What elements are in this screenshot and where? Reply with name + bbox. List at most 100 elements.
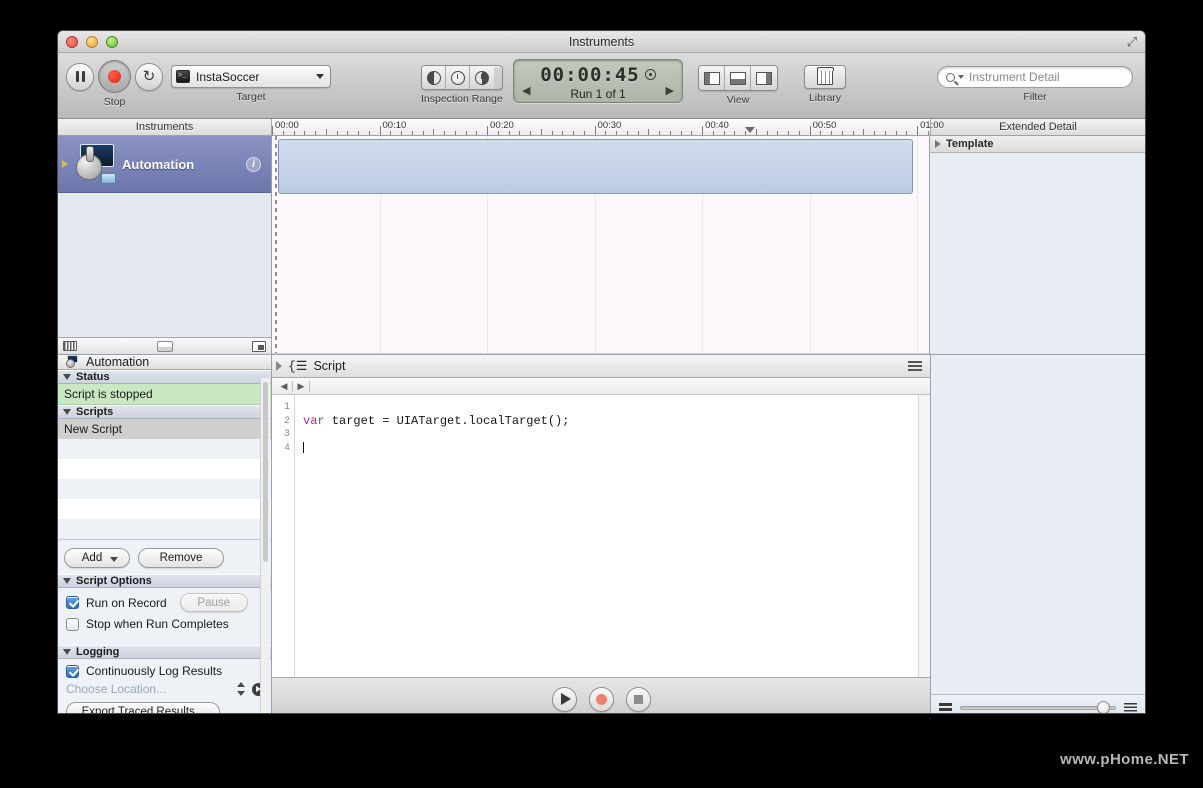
record-stop-button[interactable] [98,60,131,93]
detail-scrollbar[interactable] [260,378,270,713]
list-item-empty[interactable] [58,459,271,479]
code-editor[interactable]: 1 2 3 4 var target = UIATarget.localTarget(… [272,395,930,677]
chevron-right-icon[interactable] [935,140,941,148]
ruler-minor-tick [755,129,757,135]
scripts-list[interactable]: New Script [58,419,271,540]
close-button[interactable] [66,36,78,48]
set-range-end-button[interactable] [470,66,494,89]
previous-run-icon[interactable]: ◀ [522,84,530,97]
section-header-logging[interactable]: Logging [58,645,271,659]
nav-back-icon[interactable]: ◀ [276,381,292,392]
play-script-button[interactable] [551,686,577,712]
set-range-end-icon [475,70,489,85]
section-header-script-options[interactable]: Script Options [58,574,271,588]
detail-view-icon[interactable] [252,340,266,352]
target-popup-button[interactable]: InstaSoccer [171,65,331,88]
continuously-log-checkbox[interactable] [66,664,79,678]
library-button[interactable] [804,65,846,89]
ruler-minor-tick [798,131,800,135]
script-editor-pane: {☰ Script ◀ ▶ 1 2 3 4 var target = UIATarge… [272,355,930,713]
list-item-empty[interactable] [58,479,271,499]
slider-track [960,705,1116,710]
ruler-label: 01:00 [920,120,944,131]
clear-range-button[interactable] [446,66,470,89]
next-run-icon[interactable]: ▶ [666,84,674,97]
pause-button[interactable] [66,62,94,91]
pause-script-button[interactable]: Pause [179,593,248,612]
automation-track-lane[interactable] [278,139,913,194]
stop-icon [633,694,643,704]
toggle-instruments-panel-button[interactable] [699,66,725,90]
minimize-button[interactable] [86,36,98,48]
chevron-down-icon [958,75,964,79]
list-item-empty[interactable] [58,519,271,539]
instrument-info-button[interactable]: i [246,156,261,172]
chevron-down-icon[interactable] [63,649,71,655]
code-line[interactable] [303,428,930,442]
zoom-list-icon[interactable] [1124,702,1137,713]
list-item-empty[interactable] [58,499,271,519]
choose-location-row[interactable]: Choose Location... [58,678,271,696]
hamburger-icon[interactable] [908,361,922,371]
chevron-right-icon[interactable] [276,361,282,371]
scrollbar-thumb[interactable] [263,382,268,562]
section-header-scripts[interactable]: Scripts [58,405,271,419]
section-title: Logging [76,646,120,658]
window-titlebar: Instruments ⤢ [58,31,1145,53]
ruler-minor-tick [884,131,886,135]
sidebar-item-automation[interactable]: Automation i [58,136,271,193]
export-traced-results-button[interactable]: Export Traced Results... [66,702,220,713]
remove-script-button[interactable]: Remove [138,548,224,568]
location-stepper[interactable] [237,682,246,696]
slider-knob[interactable] [1097,701,1110,713]
toggle-detail-panel-button[interactable] [725,66,751,90]
playhead-marker[interactable] [745,127,756,133]
add-script-button[interactable]: Add [64,548,130,568]
zoom-out-icon[interactable] [939,702,952,713]
script-pane-header: {☰ Script [272,355,930,378]
section-header-status[interactable]: Status [58,370,271,384]
ruler-minor-tick [293,131,295,135]
split-view-icon[interactable] [156,340,173,352]
play-icon [560,693,571,705]
target-icon[interactable] [644,69,656,80]
list-item-empty[interactable] [58,439,271,459]
loop-icon: ↻ [142,68,156,85]
chevron-down-icon[interactable] [63,578,71,584]
loop-button[interactable]: ↻ [135,62,163,91]
run-on-record-checkbox[interactable] [66,596,79,609]
track-divider [272,353,929,354]
filter-search-field[interactable]: Instrument Detail [937,66,1133,88]
nav-forward-icon[interactable]: ▶ [293,381,309,392]
extended-detail-row-template[interactable]: Template [930,136,1145,153]
line-number: 4 [283,442,290,454]
run-timer-display[interactable]: 00:00:45 ◀ Run 1 of 1 ▶ [513,59,683,103]
track-view-icon[interactable] [63,341,77,351]
timeline-ruler[interactable]: 00:00 00:10 00:20 00:30 00:40 00:50 01:00 [272,119,944,135]
detail-zoom-slider[interactable] [960,701,1116,713]
stop-script-button[interactable] [625,686,651,712]
toggle-extended-detail-button[interactable] [751,66,777,90]
code-line[interactable]: var target = UIATarget.localTarget(); [303,414,930,429]
section-title: Script Options [76,575,152,587]
record-script-button[interactable] [588,686,614,712]
list-item[interactable]: New Script [58,419,271,439]
fullscreen-icon[interactable]: ⤢ [1125,35,1139,49]
chevron-right-icon[interactable] [62,160,68,168]
extended-detail-column-header: Extended Detail [930,119,1145,135]
chevron-down-icon[interactable] [63,409,71,415]
code-line[interactable] [303,441,930,456]
ruler-minor-tick [454,131,456,135]
code-scrollbar[interactable] [918,395,930,677]
target-group-label: Target [236,91,266,103]
main-toolbar: ↻ Stop InstaSoccer Target [58,53,1145,119]
track-timeline-area[interactable] [272,136,930,354]
stop-when-complete-checkbox[interactable] [66,617,79,631]
set-range-start-button[interactable] [422,66,446,89]
ruler-minor-tick [519,131,521,135]
zoom-button[interactable] [106,36,118,48]
chevron-down-icon[interactable] [63,374,71,380]
code-content[interactable]: var target = UIATarget.localTarget(); [295,395,930,677]
code-line[interactable] [303,401,930,415]
script-pane-title: Script [313,359,346,373]
